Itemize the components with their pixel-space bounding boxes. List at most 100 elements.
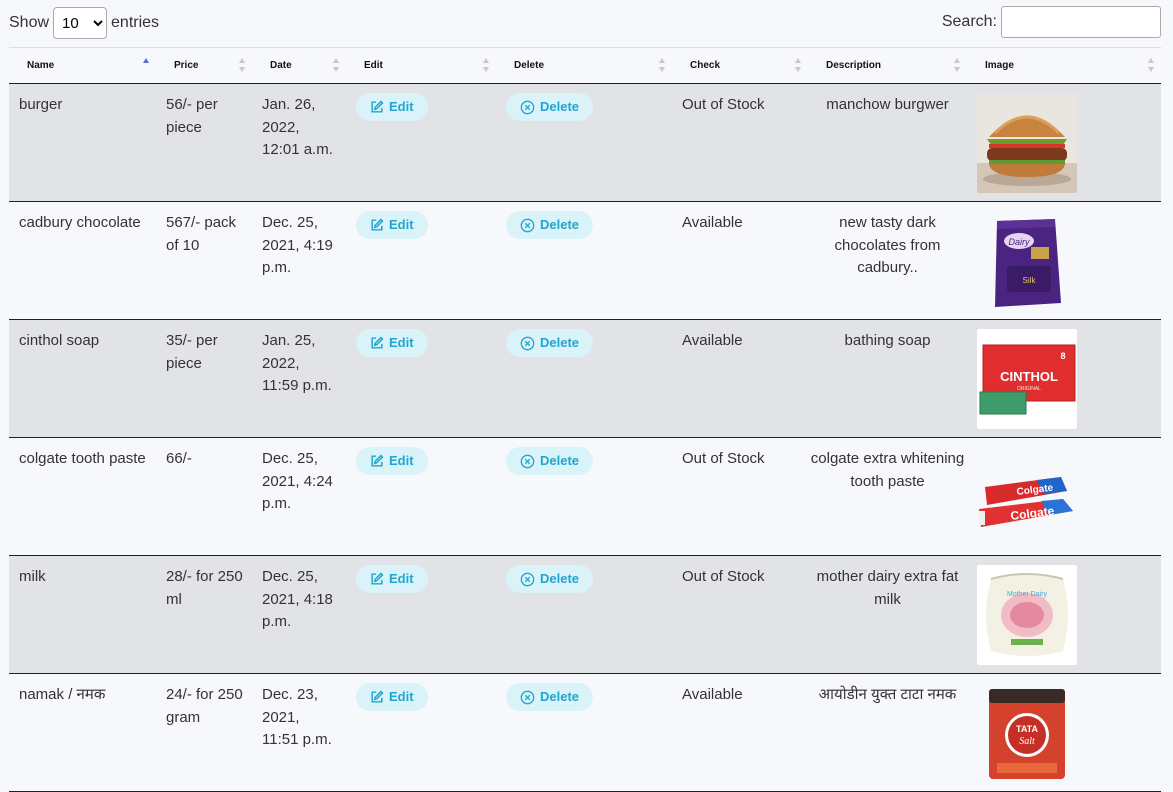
product-price: 35/- per piece bbox=[166, 332, 218, 372]
cell-image bbox=[967, 83, 1161, 202]
cell-date: Dec. 25, 2021, 4:24 p.m. bbox=[252, 437, 346, 556]
cell-name: cinthol soap bbox=[9, 319, 156, 438]
product-image-burger-photo bbox=[977, 93, 1077, 193]
products-table: Name Price Date Edit Delete Check Descri… bbox=[9, 47, 1161, 792]
column-header-label: Description bbox=[826, 60, 882, 71]
edit-button[interactable]: Edit bbox=[356, 93, 428, 121]
edit-button[interactable]: Edit bbox=[356, 683, 428, 711]
delete-label: Delete bbox=[540, 570, 580, 586]
delete-label: Delete bbox=[540, 334, 580, 350]
sort-icon bbox=[659, 58, 666, 73]
product-price: 28/- for 250 ml bbox=[166, 568, 243, 608]
product-description: manchow burgwer bbox=[826, 96, 949, 113]
delete-label: Delete bbox=[540, 98, 580, 114]
cell-price: 56/- per piece bbox=[156, 83, 252, 202]
delete-button[interactable]: Delete bbox=[506, 329, 594, 357]
delete-button[interactable]: Delete bbox=[506, 683, 594, 711]
edit-button[interactable]: Edit bbox=[356, 329, 428, 357]
cell-description: आयोडीन युक्त टाटा नमक bbox=[808, 673, 967, 792]
edit-label: Edit bbox=[389, 98, 414, 114]
svg-text:Silk: Silk bbox=[1023, 276, 1037, 285]
table-controls: Show 10 entries Search: bbox=[0, 0, 1173, 47]
table-row: colgate tooth paste 66/- Dec. 25, 2021, … bbox=[9, 437, 1161, 556]
column-header-label: Date bbox=[270, 60, 292, 71]
cell-image: TATA Salt bbox=[967, 673, 1161, 792]
cell-name: namak / नमक bbox=[9, 673, 156, 792]
edit-button[interactable]: Edit bbox=[356, 565, 428, 593]
cell-image: Dairy Silk bbox=[967, 201, 1161, 320]
product-description: आयोडीन युक्त टाटा नमक bbox=[818, 686, 957, 703]
stock-status: Out of Stock bbox=[682, 450, 765, 467]
cell-date: Dec. 23, 2021, 11:51 p.m. bbox=[252, 673, 346, 792]
edit-icon bbox=[371, 690, 384, 703]
cell-delete: Delete bbox=[496, 319, 672, 438]
product-price: 66/- bbox=[166, 450, 192, 467]
entries-select[interactable]: 10 bbox=[53, 7, 108, 39]
column-header-image[interactable]: Image bbox=[967, 47, 1161, 84]
product-name: cadbury chocolate bbox=[19, 214, 141, 231]
cell-description: mother dairy extra fat milk bbox=[808, 555, 967, 674]
edit-label: Edit bbox=[389, 688, 414, 704]
svg-text:Dairy: Dairy bbox=[1008, 237, 1030, 247]
table-row: cadbury chocolate 567/- pack of 10 Dec. … bbox=[9, 201, 1161, 320]
delete-button[interactable]: Delete bbox=[506, 211, 594, 239]
cell-delete: Delete bbox=[496, 83, 672, 202]
circle-x-icon bbox=[520, 336, 535, 350]
search-label: Search: bbox=[941, 13, 997, 30]
search-input[interactable] bbox=[1001, 6, 1161, 38]
cell-name: milk bbox=[9, 555, 156, 674]
column-header-name[interactable]: Name bbox=[9, 47, 156, 84]
cell-name: colgate tooth paste bbox=[9, 437, 156, 556]
cell-description: bathing soap bbox=[808, 319, 967, 438]
stock-status: Available bbox=[682, 214, 743, 231]
svg-text:Mother Dairy: Mother Dairy bbox=[1007, 591, 1048, 598]
cell-description: new tasty dark chocolates from cadbury.. bbox=[808, 201, 967, 320]
cell-image: Mother Dairy bbox=[967, 555, 1161, 674]
product-description: bathing soap bbox=[844, 332, 931, 349]
column-header-date[interactable]: Date bbox=[252, 47, 346, 84]
delete-button[interactable]: Delete bbox=[506, 447, 594, 475]
product-name: burger bbox=[19, 96, 63, 113]
delete-label: Delete bbox=[540, 688, 580, 704]
stock-status: Out of Stock bbox=[682, 96, 765, 113]
cell-price: 35/- per piece bbox=[156, 319, 252, 438]
product-description: mother dairy extra fat milk bbox=[816, 568, 959, 608]
product-image-salt-packet-photo: TATA Salt bbox=[977, 683, 1077, 783]
column-header-label: Check bbox=[690, 60, 721, 71]
column-header-price[interactable]: Price bbox=[156, 47, 252, 84]
stock-status: Available bbox=[682, 686, 743, 703]
cell-price: 28/- for 250 ml bbox=[156, 555, 252, 674]
cell-delete: Delete bbox=[496, 673, 672, 792]
sort-icon bbox=[954, 58, 961, 73]
cell-date: Dec. 25, 2021, 4:18 p.m. bbox=[252, 555, 346, 674]
delete-button[interactable]: Delete bbox=[506, 93, 594, 121]
column-header-check[interactable]: Check bbox=[672, 47, 808, 84]
cell-price: 66/- bbox=[156, 437, 252, 556]
search-control: Search: bbox=[942, 6, 1161, 38]
cell-image: Colgate Colgate bbox=[967, 437, 1161, 556]
cell-check: Out of Stock bbox=[672, 555, 808, 674]
column-header-label: Delete bbox=[514, 60, 545, 71]
svg-text:8: 8 bbox=[1060, 351, 1065, 361]
column-header-label: Image bbox=[985, 60, 1014, 71]
column-header-edit[interactable]: Edit bbox=[346, 47, 496, 84]
edit-icon bbox=[371, 454, 384, 467]
cell-edit: Edit bbox=[346, 437, 496, 556]
cell-edit: Edit bbox=[346, 83, 496, 202]
column-header-description[interactable]: Description bbox=[808, 47, 967, 84]
edit-button[interactable]: Edit bbox=[356, 211, 428, 239]
edit-label: Edit bbox=[389, 452, 414, 468]
delete-button[interactable]: Delete bbox=[506, 565, 594, 593]
edit-button[interactable]: Edit bbox=[356, 447, 428, 475]
cell-edit: Edit bbox=[346, 555, 496, 674]
sort-icon bbox=[239, 58, 246, 73]
circle-x-icon bbox=[520, 218, 535, 232]
product-date: Dec. 25, 2021, 4:18 p.m. bbox=[262, 568, 333, 630]
table-row: cinthol soap 35/- per piece Jan. 25, 202… bbox=[9, 319, 1161, 438]
edit-label: Edit bbox=[389, 570, 414, 586]
product-price: 567/- pack of 10 bbox=[166, 214, 237, 254]
product-date: Dec. 23, 2021, 11:51 p.m. bbox=[262, 686, 332, 748]
column-header-label: Name bbox=[27, 60, 55, 71]
product-name: cinthol soap bbox=[19, 332, 100, 349]
column-header-delete[interactable]: Delete bbox=[496, 47, 672, 84]
